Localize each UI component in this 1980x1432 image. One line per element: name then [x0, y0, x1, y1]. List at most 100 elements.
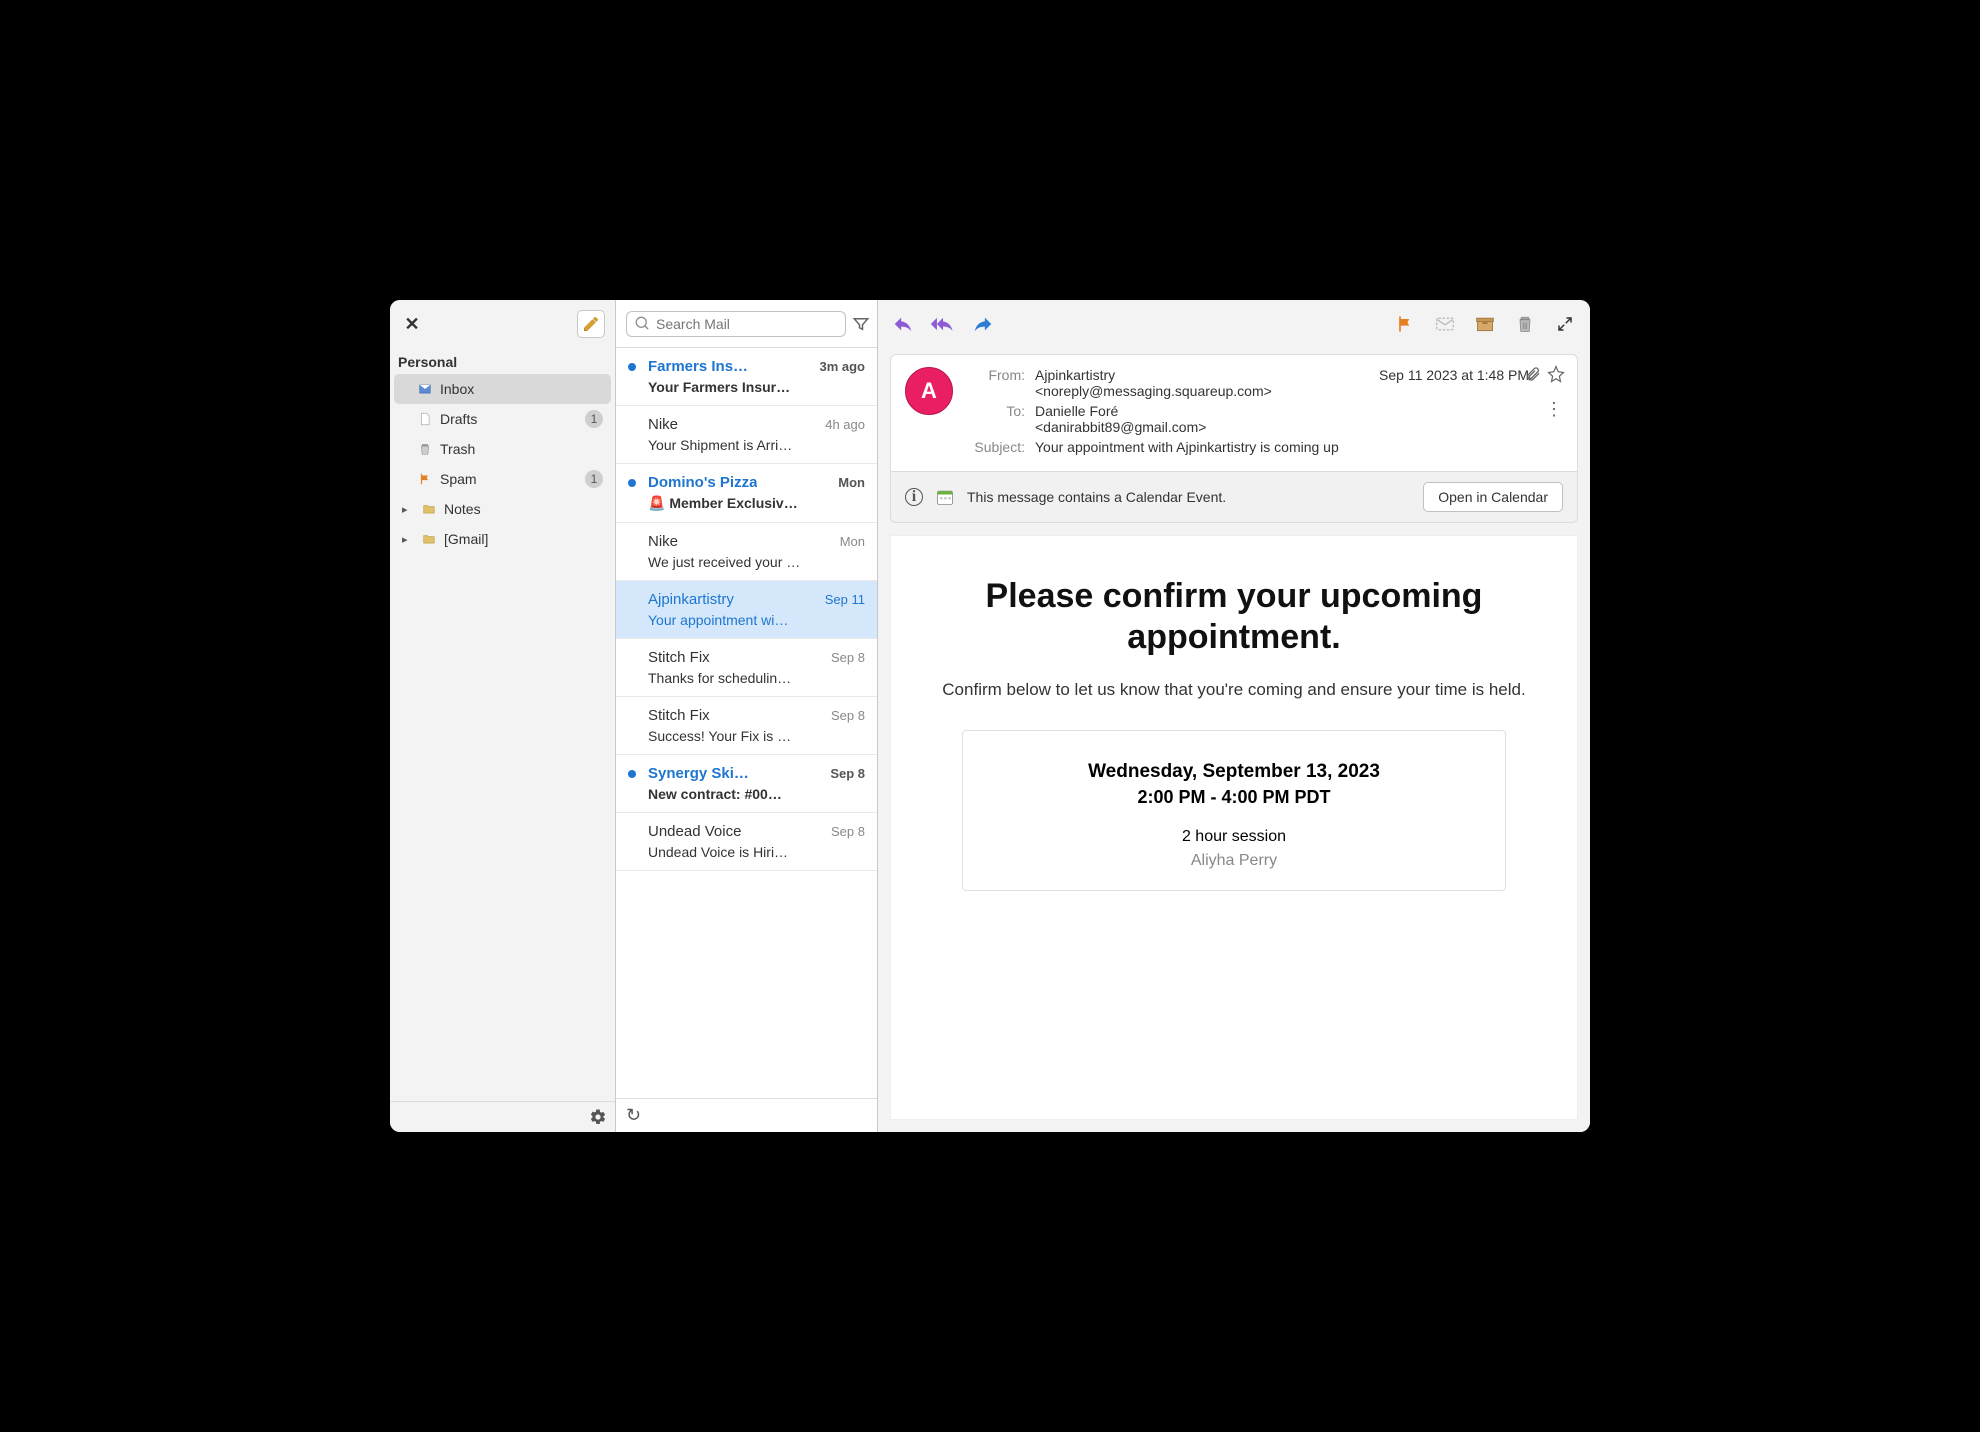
flag-icon	[1395, 314, 1415, 334]
folder-spam[interactable]: Spam1	[394, 464, 611, 494]
message-time: Sep 8	[831, 824, 865, 839]
star-button[interactable]	[1547, 365, 1565, 383]
to-name: Danielle Foré	[1035, 403, 1118, 419]
folder-notes[interactable]: Notes	[394, 494, 611, 524]
settings-button[interactable]	[589, 1108, 607, 1126]
funnel-icon	[852, 315, 870, 333]
unread-dot-icon	[628, 363, 636, 371]
calendar-bar-text: This message contains a Calendar Event.	[967, 489, 1411, 505]
archive-button[interactable]	[1472, 311, 1498, 337]
fullscreen-button[interactable]	[1552, 311, 1578, 337]
mail-window: ✕ Personal Inbox Drafts 1 TrashSpam1Notes [G…	[390, 300, 1590, 1132]
search-icon	[635, 316, 650, 331]
expand-icon	[1556, 315, 1574, 333]
folder-trash[interactable]: Trash	[394, 434, 611, 464]
folder-label: Drafts	[440, 411, 579, 427]
message-sender: Nike	[648, 416, 678, 433]
trash-icon	[416, 441, 434, 457]
folder-icon	[420, 532, 438, 546]
list-footer: ↻	[616, 1098, 877, 1132]
attachment-icon[interactable]	[1525, 366, 1541, 382]
flag-button[interactable]	[1392, 311, 1418, 337]
calendar-icon	[935, 487, 955, 507]
message-list: Farmers Ins…3m agoYour Farmers Insur…Nik…	[616, 348, 877, 1098]
folder-list: Inbox Drafts 1 TrashSpam1Notes [Gmail]	[390, 374, 615, 554]
close-button[interactable]: ✕	[400, 312, 424, 336]
message-time: Mon	[840, 534, 865, 549]
unread-dot-icon	[628, 479, 636, 487]
reply-button[interactable]	[890, 311, 916, 337]
message-time: 3m ago	[819, 359, 865, 374]
message-subject: Your Shipment is Arri…	[648, 437, 865, 453]
search-input[interactable]	[656, 316, 837, 332]
more-actions-button[interactable]: ⋮	[1545, 399, 1563, 420]
sidebar-toolbar: ✕	[390, 300, 615, 348]
calendar-event-bar: i This message contains a Calendar Event…	[890, 472, 1578, 523]
open-in-calendar-button[interactable]: Open in Calendar	[1423, 482, 1563, 512]
action-tools	[1392, 311, 1578, 337]
folder-label: [Gmail]	[444, 531, 603, 547]
message-time: Sep 11	[825, 592, 865, 607]
forward-icon	[972, 313, 994, 335]
message-date: Sep 11 2023 at 1:48 PM	[1379, 367, 1529, 383]
message-sender: Undead Voice	[648, 823, 741, 840]
message-item[interactable]: Nike 4h ago Your Shipment is Arri…	[616, 406, 877, 464]
appointment-person: Aliyha Perry	[983, 852, 1485, 870]
reply-all-button[interactable]	[930, 311, 956, 337]
account-section-title: Personal	[390, 348, 615, 374]
message-subject: Your Farmers Insur…	[648, 379, 865, 395]
flag-icon	[416, 471, 434, 487]
reply-all-icon	[930, 313, 956, 335]
folder-inbox[interactable]: Inbox	[394, 374, 611, 404]
filter-button[interactable]	[852, 315, 870, 333]
pencil-icon	[582, 315, 600, 333]
message-item[interactable]: Synergy Ski…Sep 8New contract: #00…	[616, 755, 877, 813]
message-subject: Your appointment wi…	[648, 612, 865, 628]
gear-icon	[589, 1108, 607, 1126]
body-title: Please confirm your upcoming appointment…	[925, 576, 1543, 658]
message-sender: Stitch Fix	[648, 649, 710, 666]
appointment-date: Wednesday, September 13, 2023	[983, 761, 1485, 783]
message-item[interactable]: AjpinkartistrySep 11Your appointment wi…	[616, 581, 877, 639]
trash-button[interactable]	[1512, 311, 1538, 337]
folder-drafts[interactable]: Drafts 1	[394, 404, 611, 434]
message-time: Mon	[838, 475, 865, 490]
message-subject: Success! Your Fix is …	[648, 728, 865, 744]
to-label: To:	[967, 403, 1025, 419]
compose-button[interactable]	[577, 310, 605, 338]
subject-label: Subject:	[967, 439, 1025, 455]
message-subject: Thanks for schedulin…	[648, 670, 865, 686]
sidebar: ✕ Personal Inbox Drafts 1 TrashSpam1Notes [G…	[390, 300, 616, 1132]
message-time: Sep 8	[831, 708, 865, 723]
message-item[interactable]: Domino's PizzaMon🚨 Member Exclusiv…	[616, 464, 877, 523]
reader-toolbar	[878, 300, 1590, 348]
archive-box-icon	[1474, 314, 1496, 334]
message-item[interactable]: Stitch FixSep 8Thanks for schedulin…	[616, 639, 877, 697]
appointment-time: 2:00 PM - 4:00 PM PDT	[983, 787, 1485, 808]
to-address: <danirabbit89@gmail.com>	[1035, 419, 1206, 435]
appointment-duration: 2 hour session	[983, 828, 1485, 846]
folder-gmail[interactable]: [Gmail]	[394, 524, 611, 554]
message-list-pane: Farmers Ins…3m agoYour Farmers Insur…Nik…	[616, 300, 878, 1132]
message-subject: New contract: #00…	[648, 786, 865, 802]
refresh-button[interactable]: ↻	[626, 1105, 641, 1126]
body-subtitle: Confirm below to let us know that you're…	[925, 680, 1543, 700]
reader-pane: A From: Ajpinkartistry <noreply@messagin…	[878, 300, 1590, 1132]
message-item[interactable]: NikeMonWe just received your …	[616, 523, 877, 581]
message-item[interactable]: Undead VoiceSep 8Undead Voice is Hiri…	[616, 813, 877, 871]
mark-unread-button[interactable]	[1432, 311, 1458, 337]
sidebar-footer	[390, 1101, 615, 1132]
message-subject: 🚨 Member Exclusiv…	[648, 495, 865, 512]
folder-badge: 1	[585, 410, 603, 428]
envelope-icon	[1434, 314, 1456, 334]
folder-icon	[420, 502, 438, 516]
search-box[interactable]	[626, 311, 846, 337]
header-actions	[1525, 365, 1565, 383]
message-time: 4h ago	[825, 417, 865, 432]
forward-button[interactable]	[970, 311, 996, 337]
message-sender: Stitch Fix	[648, 707, 710, 724]
draft-icon	[416, 411, 434, 427]
reply-tools	[890, 311, 996, 337]
message-item[interactable]: Farmers Ins…3m agoYour Farmers Insur…	[616, 348, 877, 406]
message-item[interactable]: Stitch Fix Sep 8 Success! Your Fix is …	[616, 697, 877, 755]
